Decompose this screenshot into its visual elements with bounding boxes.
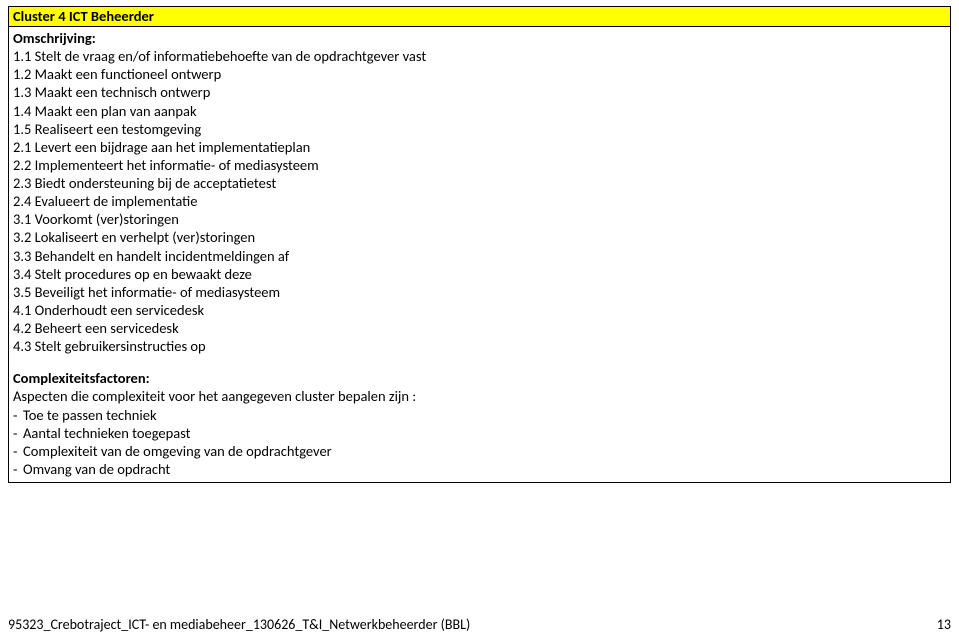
omschrijving-label: Omschrijving: bbox=[13, 29, 946, 47]
omschrijving-item: 1.2 Maakt een functioneel ontwerp bbox=[13, 65, 946, 83]
omschrijving-item: 4.2 Beheert een servicedesk bbox=[13, 319, 946, 337]
omschrijving-item: 2.3 Biedt ondersteuning bij de acceptati… bbox=[13, 174, 946, 192]
omschrijving-item: 2.4 Evalueert de implementatie bbox=[13, 192, 946, 210]
section-spacer bbox=[13, 355, 946, 369]
footer-page-number: 13 bbox=[937, 616, 951, 633]
omschrijving-item: 4.3 Stelt gebruikersinstructies op bbox=[13, 337, 946, 355]
complexiteit-item-text: Omvang van de opdracht bbox=[23, 460, 170, 478]
complexiteit-item: - Toe te passen techniek bbox=[13, 406, 946, 424]
complexiteit-item-text: Aantal technieken toegepast bbox=[23, 424, 191, 442]
bullet-dash-icon: - bbox=[13, 424, 23, 442]
omschrijving-item: 3.1 Voorkomt (ver)storingen bbox=[13, 210, 946, 228]
document-page: Cluster 4 ICT Beheerder Omschrijving: 1.… bbox=[0, 0, 959, 643]
omschrijving-item: 1.3 Maakt een technisch ontwerp bbox=[13, 83, 946, 101]
omschrijving-item: 2.2 Implementeert het informatie- of med… bbox=[13, 156, 946, 174]
footer-filename: 95323_Crebotraject_ICT- en mediabeheer_1… bbox=[8, 616, 470, 633]
omschrijving-item: 3.5 Beveiligt het informatie- of mediasy… bbox=[13, 283, 946, 301]
bullet-dash-icon: - bbox=[13, 406, 23, 424]
content-box: Cluster 4 ICT Beheerder Omschrijving: 1.… bbox=[8, 6, 951, 483]
omschrijving-item: 1.4 Maakt een plan van aanpak bbox=[13, 102, 946, 120]
bullet-dash-icon: - bbox=[13, 460, 23, 478]
complexiteit-item: - Complexiteit van de omgeving van de op… bbox=[13, 442, 946, 460]
omschrijving-item: 3.4 Stelt procedures op en bewaakt deze bbox=[13, 265, 946, 283]
omschrijving-item: 1.1 Stelt de vraag en/of informatiebehoe… bbox=[13, 47, 946, 65]
omschrijving-item: 1.5 Realiseert een testomgeving bbox=[13, 120, 946, 138]
cluster-title-row: Cluster 4 ICT Beheerder bbox=[9, 7, 950, 27]
complexiteit-item: - Aantal technieken toegepast bbox=[13, 424, 946, 442]
omschrijving-item: 3.2 Lokaliseert en verhelpt (ver)storing… bbox=[13, 228, 946, 246]
body-cell: Omschrijving: 1.1 Stelt de vraag en/of i… bbox=[9, 27, 950, 482]
page-footer: 95323_Crebotraject_ICT- en mediabeheer_1… bbox=[8, 616, 951, 633]
omschrijving-item: 3.3 Behandelt en handelt incidentmelding… bbox=[13, 247, 946, 265]
complexiteit-item-text: Toe te passen techniek bbox=[23, 406, 157, 424]
complexiteit-item: - Omvang van de opdracht bbox=[13, 460, 946, 478]
complexiteit-intro: Aspecten die complexiteit voor het aange… bbox=[13, 387, 946, 405]
complexiteit-item-text: Complexiteit van de omgeving van de opdr… bbox=[23, 442, 332, 460]
bullet-dash-icon: - bbox=[13, 442, 23, 460]
omschrijving-item: 2.1 Levert een bijdrage aan het implemen… bbox=[13, 138, 946, 156]
cluster-title: Cluster 4 ICT Beheerder bbox=[13, 7, 154, 25]
omschrijving-item: 4.1 Onderhoudt een servicedesk bbox=[13, 301, 946, 319]
complexiteit-label: Complexiteitsfactoren: bbox=[13, 369, 946, 387]
